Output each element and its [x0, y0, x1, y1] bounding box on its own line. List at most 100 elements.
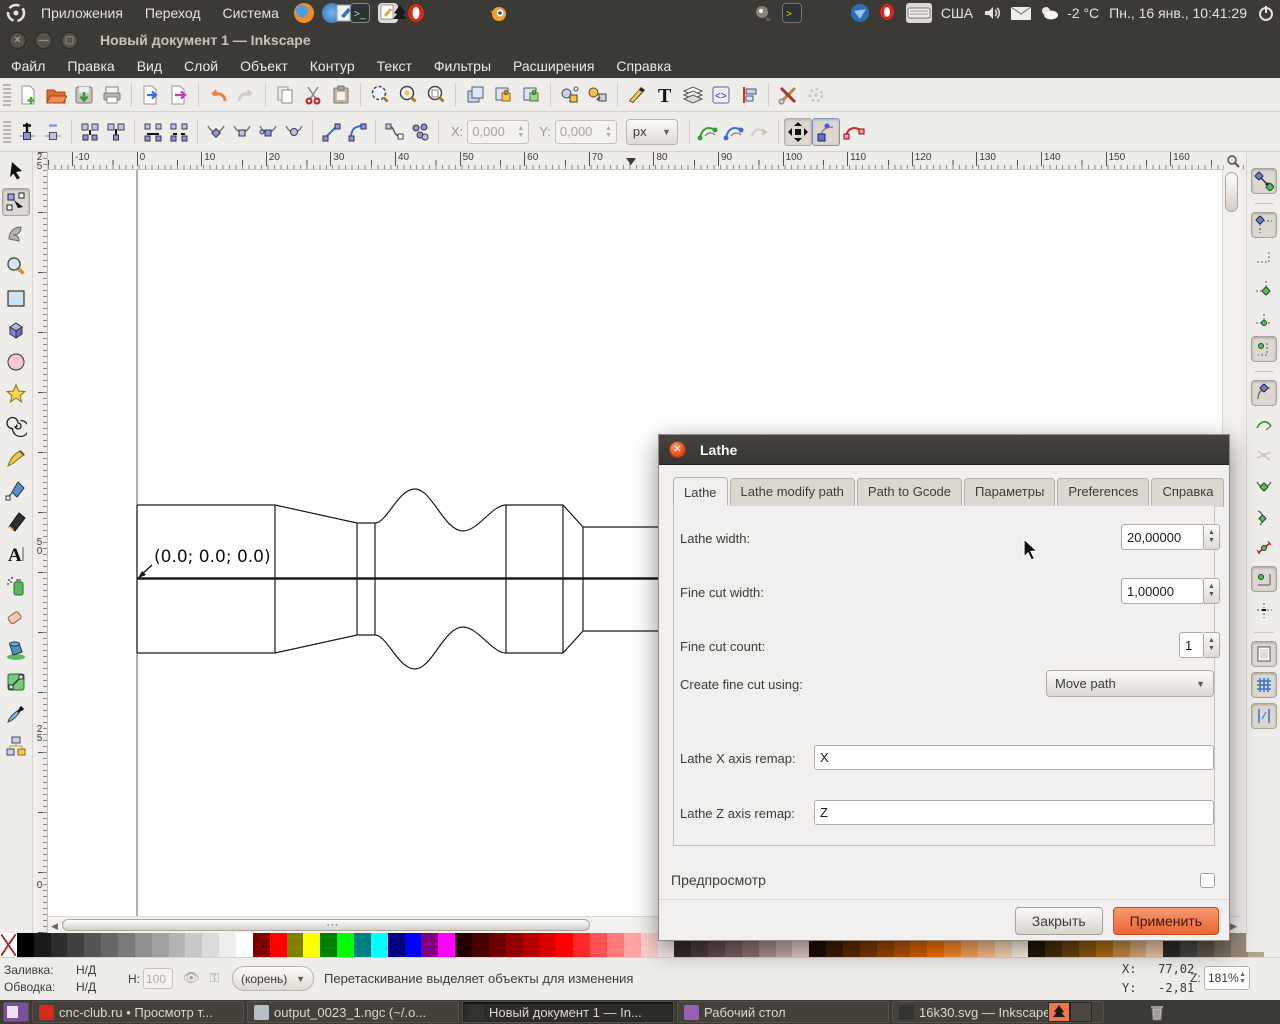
snap-bbox-corner-toggle[interactable]: [1251, 274, 1277, 300]
menu-item[interactable]: Файл: [0, 54, 56, 78]
snap-enable-toggle[interactable]: [1250, 168, 1277, 194]
snap-rotation-center-toggle[interactable]: [1251, 597, 1277, 623]
palette-swatch[interactable]: [118, 933, 135, 957]
dialog-tab[interactable]: Preferences: [1057, 478, 1150, 507]
delete-segment-icon[interactable]: [166, 119, 192, 145]
connector-tool[interactable]: [2, 732, 30, 760]
calligraphy-tool[interactable]: [2, 508, 30, 536]
palette-swatch[interactable]: [421, 933, 439, 957]
palette-swatch[interactable]: [640, 933, 658, 957]
dialog-tab[interactable]: Lathe: [673, 477, 728, 506]
snap-bbox-edge-toggle[interactable]: [1251, 243, 1277, 269]
palette-swatch[interactable]: [67, 933, 85, 957]
palette-swatch[interactable]: [236, 933, 253, 957]
open-document-icon[interactable]: [42, 81, 70, 109]
stroke-value[interactable]: Н/Д: [76, 979, 96, 996]
palette-swatch[interactable]: [101, 933, 119, 957]
dialog-tab[interactable]: Path to Gcode: [856, 478, 963, 507]
snap-guide-toggle[interactable]: [1250, 703, 1277, 729]
text-dialog-icon[interactable]: T: [651, 81, 679, 109]
export-icon[interactable]: [165, 81, 193, 109]
snap-bbox-midpoint-toggle[interactable]: [1251, 305, 1277, 331]
palette-swatch[interactable]: [219, 933, 237, 957]
palette-swatch[interactable]: [84, 933, 102, 957]
menu-item[interactable]: Объект: [229, 54, 299, 78]
ellipse-tool[interactable]: [2, 348, 30, 376]
palette-swatch[interactable]: [404, 933, 422, 957]
close-button[interactable]: Закрыть: [1014, 907, 1103, 935]
menu-item[interactable]: Слой: [173, 54, 229, 78]
unlink-clone-icon[interactable]: [517, 81, 545, 109]
fine-cut-width-input[interactable]: 1,00000 ▲ ▼: [1121, 578, 1220, 604]
zoom-corner-icon[interactable]: [1224, 152, 1242, 170]
flatten-path-icon[interactable]: [407, 119, 433, 145]
apply-button[interactable]: Применить: [1112, 907, 1219, 935]
firefox-launcher-icon[interactable]: [293, 3, 314, 23]
thunderbird-tray-icon[interactable]: [850, 3, 870, 23]
blender-tray-icon[interactable]: [488, 3, 508, 23]
temperature-label[interactable]: -2 °C: [1067, 5, 1099, 21]
snap-cusp-node-toggle[interactable]: [1251, 473, 1277, 499]
palette-swatch[interactable]: [151, 933, 169, 957]
snap-page-border-toggle[interactable]: [1250, 641, 1277, 667]
group-icon[interactable]: [556, 81, 584, 109]
node-editor-tool[interactable]: [2, 188, 30, 216]
show-bezier-handles-toggle[interactable]: [811, 117, 840, 146]
curve-segment-icon[interactable]: [344, 119, 370, 145]
unit-dropdown[interactable]: px ▼: [625, 118, 678, 145]
lathe-x-remap-input[interactable]: X: [814, 745, 1214, 770]
spiral-tool[interactable]: [2, 412, 30, 440]
undo-icon[interactable]: [204, 81, 232, 109]
palette-swatch[interactable]: [539, 933, 557, 957]
palette-swatch[interactable]: [50, 933, 68, 957]
document-edit-tray-icon[interactable]: [334, 3, 354, 23]
edit-clip-path-icon[interactable]: [695, 119, 721, 145]
opera-tray-icon[interactable]: [878, 3, 898, 23]
palette-swatch[interactable]: [168, 933, 186, 957]
palette-swatch[interactable]: [134, 933, 152, 957]
gimp-tray-icon[interactable]: [754, 3, 774, 23]
palette-swatch[interactable]: [573, 933, 591, 957]
toolbar-grip[interactable]: [3, 83, 11, 106]
preview-checkbox[interactable]: [1200, 872, 1215, 888]
dropper-tool[interactable]: [2, 700, 30, 728]
window-titlebar[interactable]: ✕ — ▢ Новый документ 1 — Inkscape: [0, 26, 1280, 54]
palette-swatch[interactable]: [606, 933, 624, 957]
line-segment-icon[interactable]: [318, 119, 344, 145]
palette-swatch[interactable]: [590, 933, 607, 957]
rectangle-tool[interactable]: [2, 284, 30, 312]
palette-swatch[interactable]: [286, 933, 304, 957]
layer-selector[interactable]: (корень) ▼: [232, 966, 314, 991]
power-icon[interactable]: [1256, 3, 1276, 23]
new-document-icon[interactable]: [14, 81, 42, 109]
zoom-drawing-icon[interactable]: [394, 81, 422, 109]
create-fine-cut-dropdown[interactable]: Move path ▼: [1046, 670, 1214, 697]
palette-swatch[interactable]: [303, 933, 321, 957]
bezier-pen-tool[interactable]: [2, 476, 30, 504]
window-list-applet-icon[interactable]: [3, 1002, 29, 1022]
palette-swatch[interactable]: [354, 933, 371, 957]
places-menu[interactable]: Переход: [134, 0, 212, 26]
snap-nodes-toggle[interactable]: [1250, 380, 1277, 406]
text-tool[interactable]: A: [2, 540, 30, 568]
fill-value[interactable]: Н/Д: [76, 962, 96, 979]
symmetric-node-icon[interactable]: [255, 119, 281, 145]
paint-bucket-tool[interactable]: [2, 636, 30, 664]
align-icon[interactable]: [735, 81, 763, 109]
keyboard-indicator-icon[interactable]: [905, 3, 932, 23]
show-outline-toggle[interactable]: [840, 118, 868, 146]
taskbar-window-button[interactable]: output_0023_1.ngc (~/.o...: [247, 1001, 459, 1023]
palette-swatch[interactable]: [33, 933, 51, 957]
corner-node-icon[interactable]: [203, 119, 229, 145]
box-3d-tool[interactable]: [2, 316, 30, 344]
dialog-titlebar[interactable]: ✕ Lathe: [659, 435, 1229, 465]
break-node-icon[interactable]: [77, 119, 103, 145]
clock-label[interactable]: Пн., 16 янв., 10:41:29: [1109, 5, 1247, 21]
dialog-close-icon[interactable]: ✕: [669, 441, 686, 458]
vertical-ruler[interactable]: 50 25 0 25: [33, 152, 48, 933]
clone-icon[interactable]: [489, 81, 517, 109]
save-document-icon[interactable]: [70, 81, 98, 109]
palette-swatch[interactable]: [320, 933, 338, 957]
dialog-tab[interactable]: Параметры: [964, 478, 1056, 507]
auto-node-icon[interactable]: [281, 119, 307, 145]
